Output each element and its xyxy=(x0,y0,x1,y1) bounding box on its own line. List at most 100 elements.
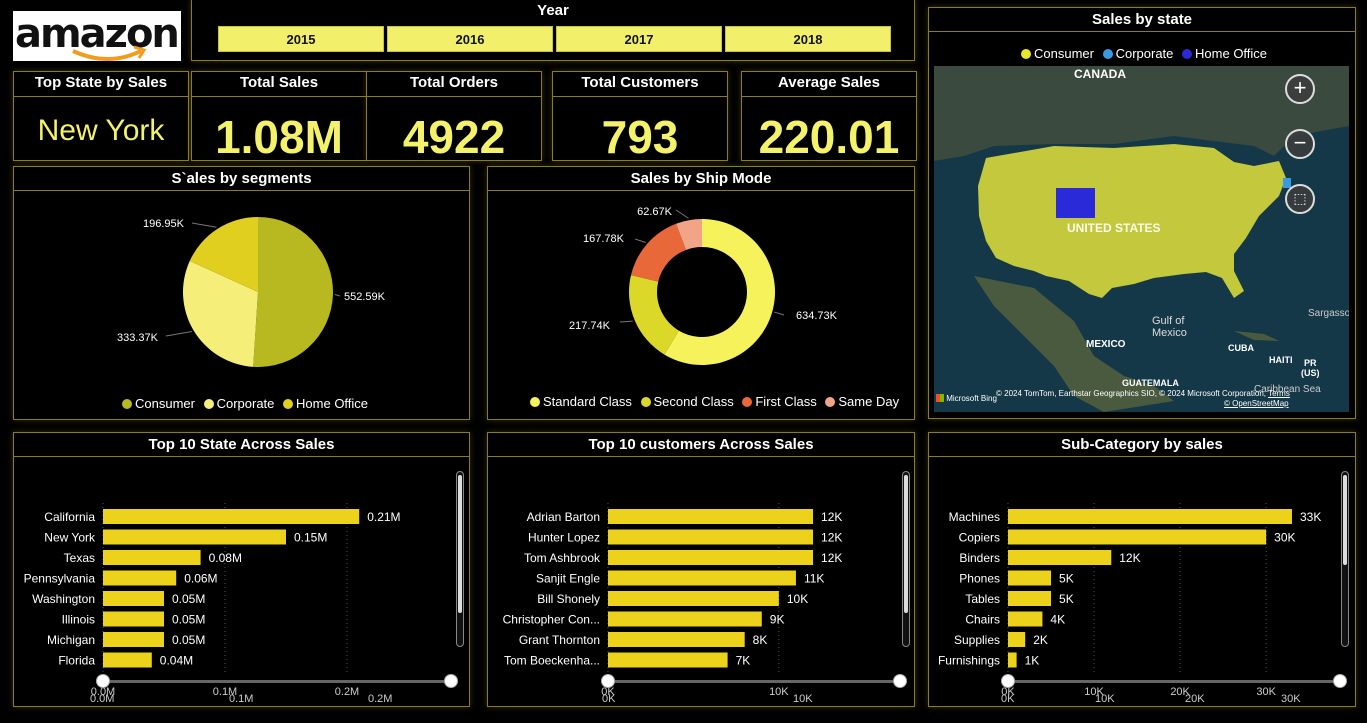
legend-item-same-day[interactable]: Same Day xyxy=(825,394,899,409)
top-states-scrollbar[interactable] xyxy=(456,471,464,647)
bar[interactable] xyxy=(103,550,201,565)
kpi-total-customers: Total Customers 793 xyxy=(552,71,728,163)
sales-by-segments-panel: S`ales by segments 552.59K 333.37K 196.95K… xyxy=(13,166,470,420)
category-label: Tom Ashbrook xyxy=(524,551,601,565)
legend-label: Corporate xyxy=(1115,46,1174,61)
legend-item-first[interactable]: First Class xyxy=(742,394,817,409)
top-customers-range-slider[interactable] xyxy=(601,674,907,688)
top-states-title: Top 10 State Across Sales xyxy=(148,436,335,453)
map-svg: CANADA UNITED STATES Gulf of Mexico MEXI… xyxy=(934,66,1349,412)
kpi-value: New York xyxy=(37,114,165,147)
scrollbar-thumb[interactable] xyxy=(458,475,462,613)
bar[interactable] xyxy=(1008,591,1052,606)
year-slicer-title: Year xyxy=(537,2,569,19)
scrollbar-thumb[interactable] xyxy=(1343,475,1347,565)
legend-item-consumer[interactable]: Consumer xyxy=(122,396,195,411)
legend-item-corporate[interactable]: Corporate xyxy=(1102,46,1174,61)
bar[interactable] xyxy=(1008,509,1292,524)
legend-item-second[interactable]: Second Class xyxy=(640,394,734,409)
category-label: Florida xyxy=(58,654,95,668)
gulf-line-1: Gulf of xyxy=(1152,315,1185,327)
data-label: 12K xyxy=(821,531,842,545)
bar[interactable] xyxy=(608,652,728,668)
year-2018-button[interactable]: 2018 xyxy=(725,26,891,52)
legend-item-consumer[interactable]: Consumer xyxy=(1021,46,1094,61)
year-2015-button[interactable]: 2015 xyxy=(218,26,384,52)
legend-item-standard[interactable]: Standard Class xyxy=(530,394,632,409)
bar[interactable] xyxy=(608,632,745,647)
data-label: 1K xyxy=(1025,654,1040,668)
osm-link[interactable]: © OpenStreetMap xyxy=(1224,399,1289,408)
map-label-guatemala: GUATEMALA xyxy=(1122,378,1179,388)
slider-min-handle[interactable] xyxy=(96,674,110,688)
colorado-home-office-region[interactable] xyxy=(1056,188,1095,218)
bar[interactable] xyxy=(608,611,762,627)
category-label: Copiers xyxy=(959,531,1000,545)
zoom-out-button[interactable]: − xyxy=(1285,129,1315,159)
legend-item-home-office[interactable]: Home Office xyxy=(283,396,368,411)
slider-min-handle[interactable] xyxy=(601,674,615,688)
scrollbar-thumb[interactable] xyxy=(904,475,908,613)
zoom-in-button[interactable]: + xyxy=(1285,74,1315,104)
bar[interactable] xyxy=(103,652,152,668)
slider-min-handle[interactable] xyxy=(1001,674,1015,688)
bar[interactable] xyxy=(1008,652,1017,668)
data-label: 0.06M xyxy=(184,572,217,586)
year-2017-button[interactable]: 2017 xyxy=(556,26,722,52)
sub-category-scrollbar[interactable] xyxy=(1341,471,1349,647)
bar[interactable] xyxy=(608,509,814,524)
leader-line xyxy=(774,311,785,316)
slider-tick: 30K xyxy=(1281,693,1301,705)
bar[interactable] xyxy=(608,529,814,545)
bing-logo: Microsoft Bing xyxy=(936,394,997,403)
kpi-title: Total Customers xyxy=(581,74,699,91)
slider-max-handle[interactable] xyxy=(1333,674,1347,688)
category-label: California xyxy=(44,510,95,524)
bar[interactable] xyxy=(103,632,164,647)
data-label: 0.05M xyxy=(172,592,205,606)
top-customers-scrollbar[interactable] xyxy=(902,471,910,647)
bar[interactable] xyxy=(608,550,814,565)
slider-tick: 10K xyxy=(1095,693,1115,705)
kpi-title: Top State by Sales xyxy=(34,74,168,91)
bar[interactable] xyxy=(1008,529,1267,545)
data-label: 12K xyxy=(821,510,842,524)
bar[interactable] xyxy=(1008,570,1052,586)
slice-consumer[interactable] xyxy=(253,217,334,367)
year-2016-button[interactable]: 2016 xyxy=(387,26,553,52)
data-label: 2K xyxy=(1033,633,1048,647)
leader-line xyxy=(334,294,341,297)
map-title: Sales by state xyxy=(1091,11,1193,28)
slice-first-class[interactable] xyxy=(630,223,686,282)
legend-label: Same Day xyxy=(838,394,900,409)
bar[interactable] xyxy=(103,529,286,545)
slider-max-handle[interactable] xyxy=(444,674,458,688)
bar[interactable] xyxy=(1008,632,1026,647)
legend-item-home-office[interactable]: Home Office xyxy=(1182,46,1267,61)
top-states-range-slider[interactable] xyxy=(96,674,458,688)
terms-link[interactable]: Terms xyxy=(1268,389,1290,398)
sales-by-ship-mode-panel: Sales by Ship Mode 634.73K 217.74K 167.78K… xyxy=(487,166,915,420)
bar[interactable] xyxy=(103,509,360,524)
sub-category-range-slider[interactable] xyxy=(1001,674,1347,688)
bar[interactable] xyxy=(103,611,164,627)
bar[interactable] xyxy=(1008,550,1112,565)
data-label: 0.05M xyxy=(172,633,205,647)
slider-tick: 0K xyxy=(602,693,616,705)
bar[interactable] xyxy=(1008,611,1043,627)
slider-max-handle[interactable] xyxy=(893,674,907,688)
kpi-value: 4922 xyxy=(402,111,506,163)
bar[interactable] xyxy=(608,570,796,586)
legend-label: First Class xyxy=(755,394,817,409)
legend-item-corporate[interactable]: Corporate xyxy=(203,396,274,411)
data-label: 634.73K xyxy=(796,310,838,322)
leader-line xyxy=(165,331,193,337)
bar[interactable] xyxy=(608,591,779,606)
slider-tick: 0.2M xyxy=(368,693,393,705)
select-region-icon[interactable]: ⬚ xyxy=(1285,184,1315,214)
map-canvas[interactable]: CANADA UNITED STATES Gulf of Mexico MEXI… xyxy=(934,66,1349,412)
legend-label: Consumer xyxy=(1034,46,1094,61)
slice-second-class[interactable] xyxy=(629,275,679,355)
bar[interactable] xyxy=(103,591,164,606)
bar[interactable] xyxy=(103,570,177,586)
